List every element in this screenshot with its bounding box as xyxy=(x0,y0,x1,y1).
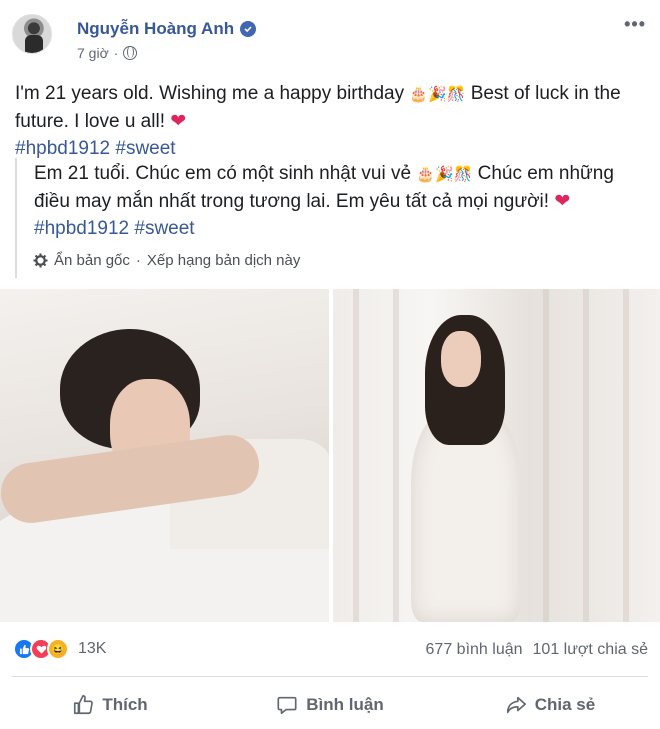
reaction-summary[interactable]: 😆 13K xyxy=(13,638,106,660)
translation-emoji: 🎂🎉🎊 xyxy=(416,166,473,183)
hide-original-link[interactable]: Ẩn bản gốc xyxy=(54,252,130,269)
rate-translation-link[interactable]: Xếp hạng bản dịch này xyxy=(147,252,300,269)
birthday-emoji: 🎂🎉🎊 xyxy=(409,86,466,103)
translation-text: Em 21 tuổi. Chúc em có một sinh nhật vui… xyxy=(34,158,650,242)
curtain-fold xyxy=(623,289,629,622)
reaction-count[interactable]: 13K xyxy=(78,640,106,658)
post-stats: 😆 13K 677 bình luận 101 lượt chia sẻ xyxy=(0,630,660,670)
share-icon xyxy=(506,696,526,713)
comment-label[interactable]: Bình luận xyxy=(306,695,383,715)
action-bar: Thích Bình luận Chia sẻ xyxy=(0,680,660,729)
post-body: I'm 21 years old. Wishing me a happy bir… xyxy=(15,80,650,162)
meta-separator: · xyxy=(113,45,119,61)
footer-separator: · xyxy=(135,252,141,269)
share-button[interactable]: Chia sẻ xyxy=(440,680,660,729)
author-name[interactable]: Nguyễn Hoàng Anh xyxy=(77,19,257,39)
translation-footer: Ẩn bản gốc · Xếp hạng bản dịch này xyxy=(33,252,300,269)
gear-icon[interactable] xyxy=(33,253,48,268)
photo-grid xyxy=(0,289,660,622)
post-hashtags[interactable]: #hpbd1912 #sweet xyxy=(15,138,176,159)
divider xyxy=(12,676,648,677)
translation-block: Em 21 tuổi. Chúc em có một sinh nhật vui… xyxy=(15,158,650,278)
translation-heart-icon: ❤ xyxy=(554,191,571,212)
like-label[interactable]: Thích xyxy=(102,695,147,715)
translation-hashtags[interactable]: #hpbd1912 #sweet xyxy=(34,218,195,239)
engagement-counts: 677 bình luận 101 lượt chia sẻ xyxy=(426,641,648,659)
like-button[interactable]: Thích xyxy=(0,680,220,729)
globe-icon[interactable] xyxy=(123,46,138,60)
curtain-fold xyxy=(393,289,399,622)
curtain-fold xyxy=(583,289,589,622)
verified-icon xyxy=(240,21,257,37)
heart-icon: ❤ xyxy=(170,111,187,132)
photo-1[interactable] xyxy=(0,289,329,622)
comment-button[interactable]: Bình luận xyxy=(220,680,440,729)
author-name-label[interactable]: Nguyễn Hoàng Anh xyxy=(77,19,234,39)
post-time[interactable]: 7 giờ xyxy=(77,45,109,61)
comment-icon xyxy=(277,696,297,714)
share-count[interactable]: 101 lượt chia sẻ xyxy=(533,641,648,659)
curtain-fold xyxy=(543,289,549,622)
photo-2[interactable] xyxy=(333,289,660,622)
share-label[interactable]: Chia sẻ xyxy=(535,695,595,715)
translation-text-start: Em 21 tuổi. Chúc em có một sinh nhật vui… xyxy=(34,163,412,184)
post-header: Nguyễn Hoàng Anh 7 giờ · ••• xyxy=(0,0,660,76)
comment-count[interactable]: 677 bình luận xyxy=(426,641,523,659)
like-icon xyxy=(74,694,94,714)
avatar[interactable] xyxy=(12,14,52,54)
post-meta: 7 giờ · xyxy=(77,45,138,61)
photo-2-face xyxy=(441,331,481,387)
curtain-fold xyxy=(353,289,359,622)
haha-reaction-icon: 😆 xyxy=(47,638,69,660)
more-icon[interactable]: ••• xyxy=(624,14,646,35)
post-text-start: I'm 21 years old. Wishing me a happy bir… xyxy=(15,83,405,104)
